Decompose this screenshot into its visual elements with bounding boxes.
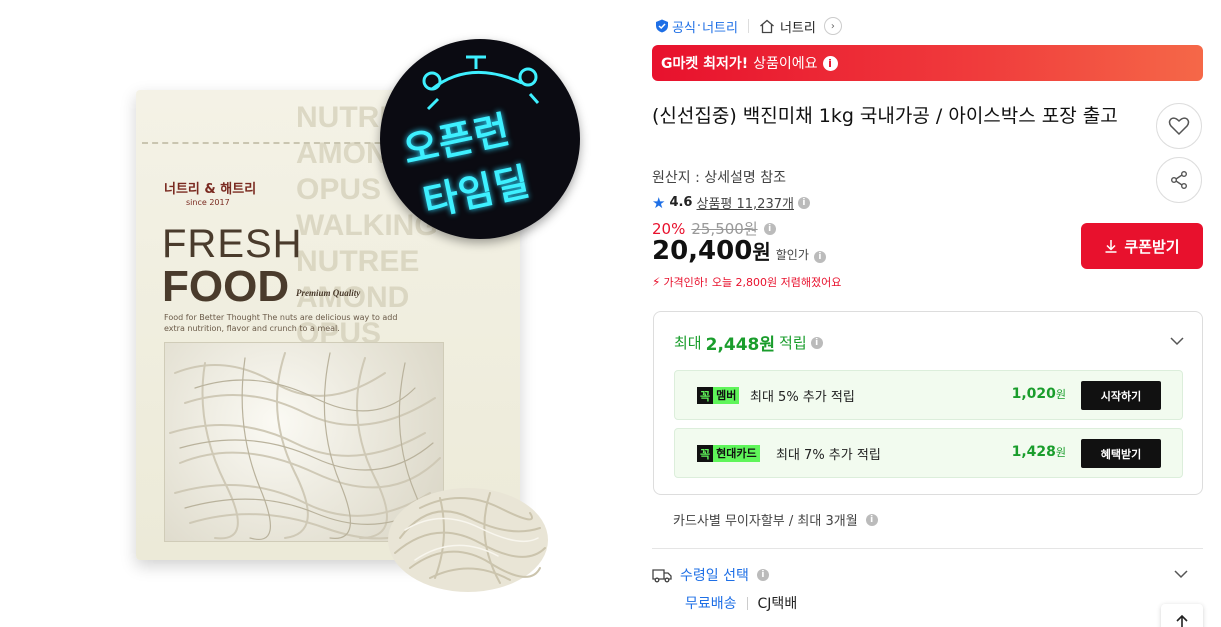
reward-box: 최대 2,448원 적립 i 꼭 멤버 최대 5% 추가 적립 1,020원 시…: [653, 311, 1203, 495]
official-label: 공식: [672, 20, 696, 36]
shipping-divider: [746, 596, 748, 610]
chevron-right-icon: ›: [823, 17, 842, 35]
installment-info: 카드사별 무이자할부 / 최대 3개월 i: [673, 510, 878, 529]
banner-brand: G마켓 최저가!: [661, 56, 749, 72]
bag-description: Food for Better Thought The nuts are del…: [164, 313, 398, 333]
tag-name: 멤버: [713, 387, 740, 404]
sale-price-label: 할인가: [775, 248, 809, 262]
price-drop-text: 가격인하! 오늘 2,800원 저렴해졌어요: [663, 276, 842, 289]
seller-dot: ·: [696, 18, 702, 34]
get-benefit-button[interactable]: 혜택받기: [1081, 439, 1161, 468]
reward-item-label: 최대 5% 추가 적립: [750, 390, 855, 405]
shipping-row: 무료배송 CJ택배: [685, 593, 797, 613]
tag-name: 현대카드: [713, 445, 760, 462]
download-icon: [1105, 240, 1117, 253]
tag-mark: 꼭: [700, 447, 711, 461]
card-tag: 꼭 현대카드: [697, 445, 760, 462]
reward-prefix: 최대: [674, 334, 702, 352]
shield-check-icon: [656, 19, 668, 33]
product-page: NUTREE AMOND OPUS WALKING NUTREE AMOND O…: [0, 0, 1221, 627]
chevron-down-icon[interactable]: [1174, 567, 1188, 581]
rating-row[interactable]: ★ 4.6 상품평 11,237개 i: [652, 193, 810, 212]
delivery-label: 수령일 선택: [680, 568, 749, 584]
share-icon: [1171, 171, 1187, 189]
lightning-icon: ⚡: [652, 275, 661, 289]
coupon-download-button[interactable]: 쿠폰받기: [1081, 223, 1203, 269]
lowest-price-banner[interactable]: G마켓 최저가! 상품이에요 i: [652, 45, 1203, 81]
rating-score: 4.6: [669, 195, 693, 210]
bag-food-text: FOOD: [162, 262, 290, 311]
reward-item-amount: 1,428원: [1011, 444, 1066, 460]
banner-text: 상품이에요: [753, 56, 818, 72]
review-count-link[interactable]: 상품평 11,237개: [696, 193, 793, 212]
chevron-down-icon[interactable]: [1170, 334, 1184, 348]
info-icon[interactable]: i: [763, 222, 776, 235]
squid-pile-illustration: [388, 488, 548, 592]
scroll-to-top-button[interactable]: [1161, 604, 1203, 627]
info-icon[interactable]: i: [813, 251, 826, 263]
sale-price: 20,400: [652, 236, 753, 266]
home-icon: [760, 19, 774, 33]
seller-name-link[interactable]: 너트리: [702, 17, 738, 36]
product-info-panel: 공식 · 너트리 너트리 › G마켓 최저가! 상품이에요 i (신선집중) 백…: [652, 0, 1203, 627]
info-icon[interactable]: i: [865, 513, 878, 526]
info-icon[interactable]: i: [822, 55, 838, 71]
store-link[interactable]: 너트리 ›: [759, 17, 842, 36]
heart-icon: [1168, 117, 1190, 136]
star-icon: ★: [652, 193, 666, 212]
carrier-name: CJ택배: [757, 596, 798, 612]
delivery-date-select[interactable]: 수령일 선택 i: [652, 565, 769, 585]
price-unit: 원: [752, 240, 771, 264]
bag-brand-logo: 너트리 & 해트리: [164, 182, 257, 197]
reward-item-label: 최대 7% 추가 적립: [776, 448, 881, 463]
truck-icon: [652, 569, 672, 583]
start-button[interactable]: 시작하기: [1081, 381, 1161, 410]
member-tag: 꼭 멤버: [697, 387, 740, 404]
section-divider: [652, 548, 1203, 549]
discount-rate: 20%: [652, 219, 686, 238]
installment-text: 카드사별 무이자할부 / 최대 3개월: [673, 514, 858, 529]
origin-info: 원산지 : 상세설명 참조: [652, 170, 786, 186]
tag-mark: 꼭: [700, 389, 711, 403]
arrow-up-icon: [1176, 614, 1188, 627]
reward-item-hyundai-card: 꼭 현대카드 최대 7% 추가 적립 1,428원 혜택받기: [674, 428, 1183, 478]
info-icon[interactable]: i: [810, 336, 823, 349]
product-title: (신선집중) 백진미채 1kg 국내가공 / 아이스박스 포장 출고: [652, 105, 1118, 127]
timedeal-badge: 오픈런 타임딜: [380, 39, 580, 239]
seller-divider: [747, 19, 749, 33]
bag-since-text: since 2017: [186, 198, 230, 207]
reward-amount: 2,448원: [705, 335, 776, 355]
reward-suffix: 적립: [779, 334, 807, 352]
coupon-button-label: 쿠폰받기: [1124, 238, 1180, 256]
price-drop-note: ⚡ 가격인하! 오늘 2,800원 저렴해졌어요: [652, 274, 841, 290]
product-image-area: NUTREE AMOND OPUS WALKING NUTREE AMOND O…: [0, 0, 640, 627]
reward-item-amount: 1,020원: [1011, 386, 1066, 402]
price-row: 20,400 원 할인가 i: [652, 236, 826, 266]
reward-item-member: 꼭 멤버 최대 5% 추가 적립 1,020원 시작하기: [674, 370, 1183, 420]
reward-headline[interactable]: 최대 2,448원 적립 i: [674, 330, 823, 355]
bag-fresh-text: FRESH: [162, 222, 303, 266]
official-store-badge[interactable]: 공식: [655, 17, 696, 36]
free-shipping-label: 무료배송: [685, 596, 737, 612]
wishlist-button[interactable]: [1156, 103, 1202, 149]
bag-premium-text: Premium Quality: [296, 288, 361, 298]
share-button[interactable]: [1156, 157, 1202, 203]
store-name: 너트리: [779, 20, 816, 36]
seller-row: 공식 · 너트리 너트리 ›: [655, 14, 842, 38]
info-icon[interactable]: i: [756, 569, 769, 581]
info-icon[interactable]: i: [797, 196, 810, 209]
